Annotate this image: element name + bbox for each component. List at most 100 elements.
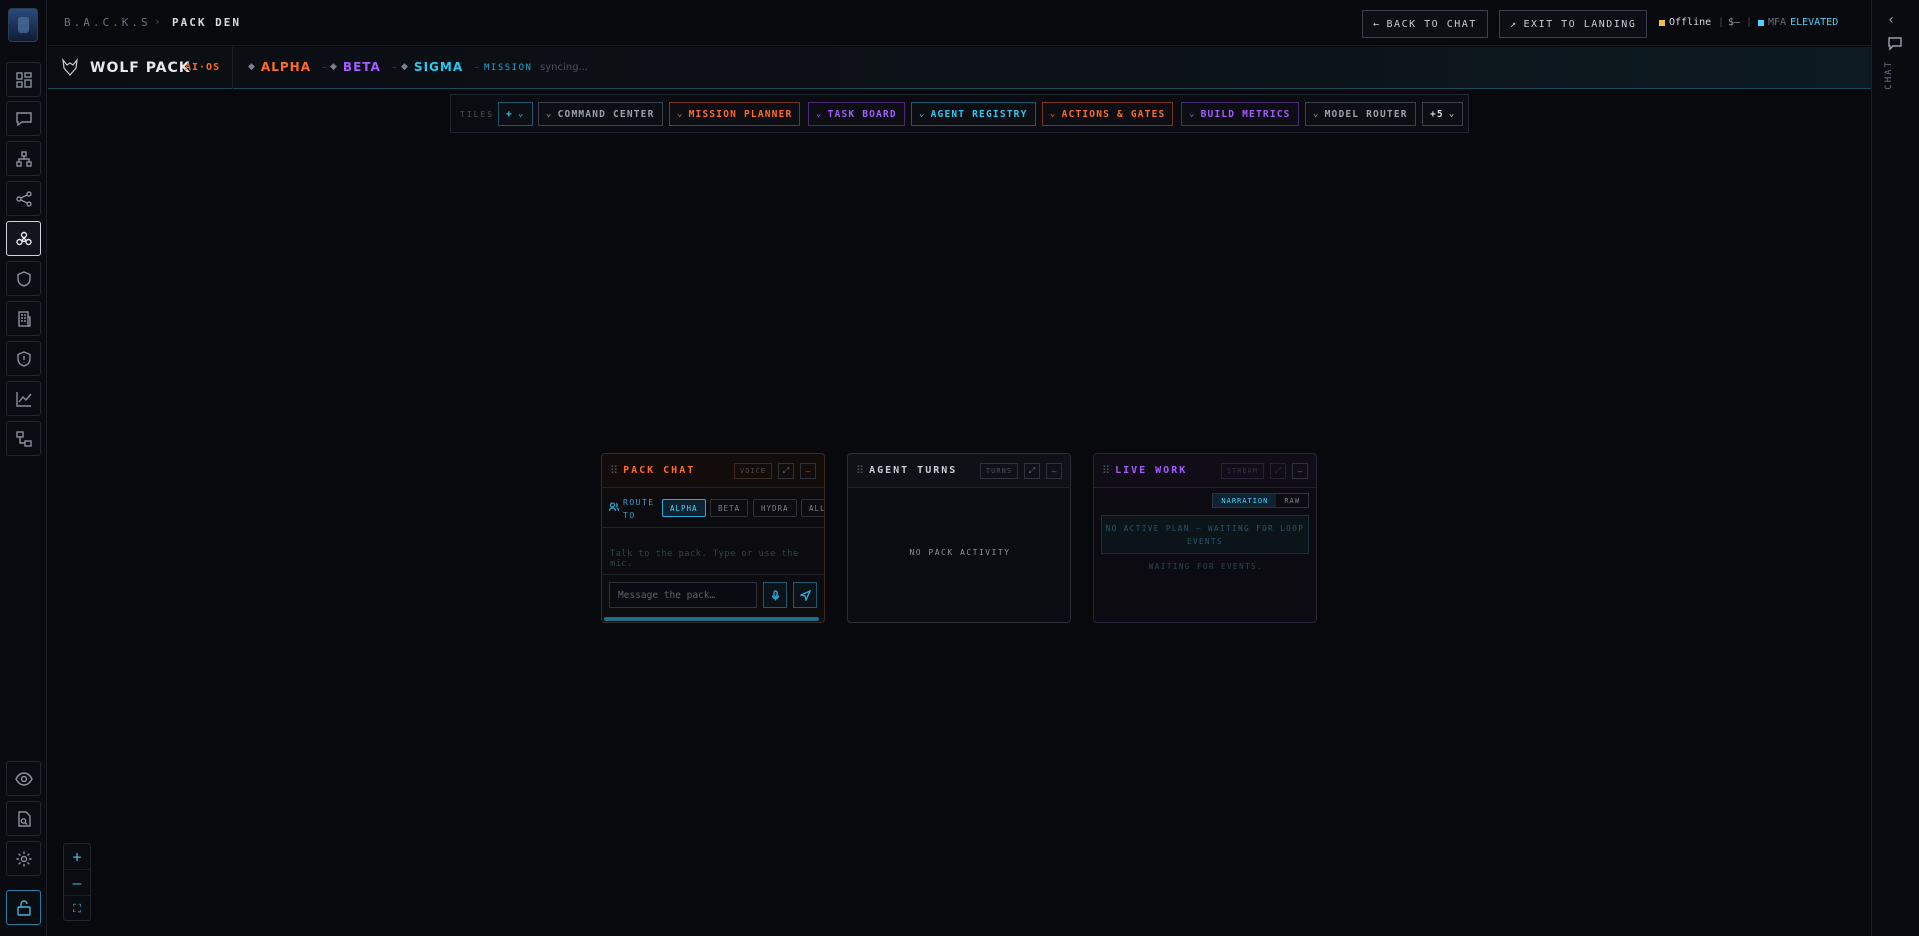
chevron-down-icon: ⌄ <box>1313 109 1320 119</box>
breadcrumb-root[interactable]: B.A.C.K.S <box>64 16 151 29</box>
view-mode-toggle: NARRATION RAW <box>1212 493 1309 508</box>
zoom-out-button[interactable]: — <box>64 870 90 896</box>
gear-icon[interactable] <box>6 841 41 876</box>
expand-icon[interactable]: ⤢ <box>1270 463 1286 479</box>
drag-handle-icon[interactable]: ⠿ <box>856 464 864 477</box>
minimize-icon[interactable]: — <box>800 463 816 479</box>
diamond-icon: ◆ <box>330 62 338 72</box>
route-chip-all[interactable]: ALL <box>801 499 824 517</box>
chevron-down-icon: ⌄ <box>1189 109 1196 119</box>
plan-status: NO ACTIVE PLAN — WAITING FOR LOOP EVENTS <box>1101 515 1309 554</box>
chevron-down-icon: ⌄ <box>816 109 823 119</box>
mode-narration[interactable]: NARRATION <box>1213 494 1277 507</box>
app-logo[interactable] <box>8 8 38 42</box>
turns-toggle[interactable]: TURNS <box>979 463 1018 479</box>
agent-sigma[interactable]: ◆ SIGMA – <box>401 60 480 74</box>
exit-to-landing-button[interactable]: ↗ EXIT TO LANDING <box>1499 10 1648 38</box>
agent-turns-header: ⠿ AGENT TURNS TURNS ⤢ — <box>848 454 1070 488</box>
share-icon[interactable] <box>6 181 41 216</box>
mfa-dot <box>1758 19 1764 26</box>
stream-toggle[interactable]: STREAM <box>1220 463 1264 479</box>
chevron-down-icon: ⌄ <box>1050 109 1057 119</box>
breadcrumb-separator: › <box>154 15 161 28</box>
tile-command-center[interactable]: ⌄ COMMAND CENTER <box>538 102 663 126</box>
divider <box>232 47 233 89</box>
unlock-icon[interactable] <box>6 890 41 925</box>
route-chip-beta[interactable]: BETA <box>710 499 749 517</box>
arrow-left-icon: ← <box>1373 18 1381 30</box>
analytics-icon[interactable] <box>6 381 41 416</box>
shield-alert-icon[interactable] <box>6 341 41 376</box>
route-chip-alpha[interactable]: ALPHA <box>662 499 706 517</box>
wolf-logo-icon <box>62 57 78 76</box>
mode-raw[interactable]: RAW <box>1276 494 1308 507</box>
tile-actions-gates[interactable]: ⌄ ACTIONS & GATES <box>1042 102 1174 126</box>
file-search-icon[interactable] <box>6 801 41 836</box>
mfa-status[interactable]: MFA ELEVATED <box>1758 17 1838 28</box>
route-selector: ROUTE TO ALPHA BETA HYDRA ALL <box>602 488 824 528</box>
pack-title: WOLF PACK <box>90 60 191 76</box>
back-to-chat-button[interactable]: ← BACK TO CHAT <box>1362 10 1488 38</box>
pack-bar: WOLF PACK AI·OS ◆ ALPHA – ◆ BETA – ◆ SIG… <box>48 47 1871 89</box>
pack-subtitle: AI·OS <box>185 62 221 73</box>
expand-icon[interactable]: ⤢ <box>778 463 794 479</box>
expand-icon[interactable]: ⤢ <box>1024 463 1040 479</box>
pack-den-icon[interactable] <box>6 221 41 256</box>
drag-handle-icon[interactable]: ⠿ <box>610 464 618 477</box>
dashboard-icon[interactable] <box>6 62 41 97</box>
mission-label: MISSION <box>484 63 533 73</box>
agent-alpha[interactable]: ◆ ALPHA – <box>248 60 328 74</box>
tile-build-metrics[interactable]: ⌄ BUILD METRICS <box>1181 102 1299 126</box>
progress-bar <box>604 617 819 621</box>
top-bar: B.A.C.K.S › PACK DEN ← BACK TO CHAT ↗ EX… <box>48 0 1871 46</box>
live-work-panel: ⠿ LIVE WORK STREAM ⤢ — NARRATION RAW NO … <box>1093 453 1317 623</box>
panel-title: AGENT TURNS <box>869 465 958 476</box>
chat-icon[interactable] <box>6 101 41 136</box>
voice-toggle[interactable]: VOICE <box>733 463 772 479</box>
minimize-icon[interactable]: — <box>1046 463 1062 479</box>
eye-icon[interactable] <box>6 761 41 796</box>
chat-hint: Talk to the pack. Type or use the mic. <box>610 549 799 569</box>
route-chip-hydra[interactable]: HYDRA <box>753 499 797 517</box>
hierarchy-icon[interactable] <box>6 141 41 176</box>
building-icon[interactable] <box>6 301 41 336</box>
chat-rail-label[interactable]: CHAT <box>1884 60 1894 90</box>
right-chat-rail: ‹ CHAT <box>1871 0 1919 936</box>
send-icon[interactable] <box>793 582 817 608</box>
chat-icon[interactable] <box>1887 36 1903 52</box>
shield-icon[interactable] <box>6 261 41 296</box>
diamond-icon: ◆ <box>248 62 256 72</box>
live-work-header: ⠿ LIVE WORK STREAM ⤢ — <box>1094 454 1316 488</box>
mission-status: syncing... <box>540 62 588 73</box>
add-tile-button[interactable]: + ⌄ <box>498 102 533 126</box>
fit-view-button[interactable]: ⛶ <box>64 896 90 922</box>
more-tiles-button[interactable]: +5 ⌄ <box>1422 102 1464 126</box>
chevron-down-icon: ⌄ <box>677 109 684 119</box>
page-title: PACK DEN <box>172 16 241 29</box>
arrow-up-right-icon: ↗ <box>1510 18 1518 30</box>
message-input[interactable] <box>609 582 757 608</box>
tile-model-router[interactable]: ⌄ MODEL ROUTER <box>1305 102 1416 126</box>
chevron-down-icon: ⌄ <box>919 109 926 119</box>
tile-mission-planner[interactable]: ⌄ MISSION PLANNER <box>669 102 801 126</box>
divider: | <box>1718 17 1725 28</box>
cost-display: $— <box>1728 17 1741 28</box>
pack-chat-header: ⠿ PACK CHAT VOICE ⤢ — <box>602 454 824 488</box>
agent-beta[interactable]: ◆ BETA – <box>330 60 398 74</box>
diamond-icon: ◆ <box>401 62 409 72</box>
workflow-icon[interactable] <box>6 421 41 456</box>
collapse-icon[interactable]: ‹ <box>1887 12 1895 28</box>
tile-task-board[interactable]: ⌄ TASK BOARD <box>808 102 905 126</box>
pack-chat-panel: ⠿ PACK CHAT VOICE ⤢ — ROUTE TO ALPHA BET… <box>601 453 825 623</box>
app-root: B.A.C.K.S › PACK DEN ← BACK TO CHAT ↗ EX… <box>0 0 1919 936</box>
mic-icon[interactable] <box>763 582 787 608</box>
compose-bar <box>602 574 824 619</box>
drag-handle-icon[interactable]: ⠿ <box>1102 464 1110 477</box>
zoom-in-button[interactable]: + <box>64 844 90 870</box>
tile-agent-registry[interactable]: ⌄ AGENT REGISTRY <box>911 102 1036 126</box>
empty-state: NO PACK ACTIVITY <box>909 548 1011 557</box>
left-nav-rail <box>0 0 47 936</box>
panel-title: LIVE WORK <box>1115 465 1188 476</box>
minimize-icon[interactable]: — <box>1292 463 1308 479</box>
chevron-down-icon: ⌄ <box>546 109 553 119</box>
